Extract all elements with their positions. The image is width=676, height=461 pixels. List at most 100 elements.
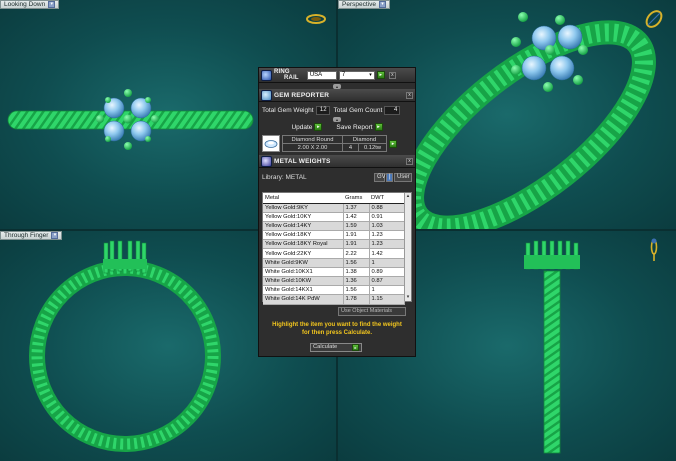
column-header-grams[interactable]: Grams — [343, 193, 369, 204]
table-row[interactable]: White Gold:9KW 1.56 1 — [263, 258, 405, 268]
total-gem-weight-label: Total Gem Weight — [262, 107, 314, 114]
dwt-cell: 1 — [369, 258, 405, 268]
metal-weights-title: METAL WEIGHTS — [274, 157, 331, 165]
close-icon[interactable]: x — [406, 91, 413, 99]
scroll-up-icon[interactable]: ▴ — [405, 193, 411, 200]
ring-size-value: 7 — [341, 71, 346, 78]
library-separator-icon: | — [386, 173, 393, 182]
table-row[interactable]: Yellow Gold:10KY 1.42 0.91 — [263, 212, 405, 222]
dwt-cell: 1.23 — [369, 239, 405, 250]
app-stage: Looking Down ▾ Perspective ▾ Through Fin… — [0, 0, 676, 461]
dwt-cell: 0.88 — [369, 203, 405, 213]
dwt-cell: 1.42 — [369, 248, 405, 259]
table-row[interactable]: Yellow Gold:14KY 1.59 1.03 — [263, 221, 405, 232]
calculate-label: Calculate — [313, 344, 338, 350]
country-field[interactable]: USA — [306, 70, 337, 80]
metal-cell: White Gold:9KW — [263, 258, 344, 268]
dwt-cell: 1.23 — [369, 230, 405, 241]
metal-weights-list[interactable]: Metal Grams DWT Yellow Gold:9KY 1.37 0.88 Y… — [262, 192, 412, 305]
grams-cell: 1.38 — [343, 267, 370, 278]
dwt-cell: 0.87 — [369, 276, 405, 287]
chevron-up-icon: ▴ — [333, 83, 341, 89]
gem-totals-row: Total Gem Weight 12 Total Gem Count 4 — [259, 105, 415, 116]
ring-rail-title: RING RAIL — [274, 69, 299, 81]
gem-reporter-header: GEM REPORTER x — [259, 89, 415, 102]
ring-rail-icon — [261, 69, 272, 81]
metal-cell: Yellow Gold:14KY — [263, 221, 344, 232]
update-button[interactable]: Update ▸ — [291, 123, 323, 131]
grams-cell: 1.42 — [343, 212, 370, 222]
metal-cell: Yellow Gold:22KY — [263, 248, 344, 259]
chevron-up-icon: ▴ — [333, 116, 341, 122]
hint-line1: Highlight the item you want to find the … — [272, 322, 402, 328]
play-icon: ▸ — [374, 123, 383, 131]
table-header-row: Metal Grams DWT — [263, 193, 405, 204]
metal-weights-table: Metal Grams DWT Yellow Gold:9KY 1.37 0.88 Y… — [263, 193, 405, 305]
table-row[interactable]: White Gold:14K PdW 1.78 1.15 — [263, 294, 405, 305]
vertical-scrollbar[interactable]: ▴ ▾ — [404, 193, 411, 301]
table-row[interactable]: White Gold:10KX1 1.38 0.89 — [263, 267, 405, 278]
ring-gold-icon — [650, 238, 658, 261]
calculate-hint: Highlight the item you want to find the … — [262, 321, 412, 337]
ring-rail-title-line2: RAIL — [284, 75, 299, 81]
gem-go-button[interactable]: ▸ — [389, 139, 397, 148]
calculate-select[interactable]: Calculate ▸ — [310, 343, 362, 352]
save-report-label: Save Report — [336, 123, 373, 131]
table-row[interactable]: Yellow Gold:9KY 1.37 0.88 — [263, 203, 405, 213]
scroll-down-icon[interactable]: ▾ — [405, 294, 411, 301]
table-row[interactable]: Yellow Gold:18KY 1.91 1.23 — [263, 230, 405, 241]
dwt-cell: 0.89 — [369, 267, 405, 278]
close-icon[interactable]: x — [388, 71, 396, 79]
gem-name: Diamond Round — [282, 135, 343, 144]
save-report-button[interactable]: Save Report ▸ — [336, 123, 383, 131]
total-gem-weight-value: 12 — [315, 106, 330, 115]
hint-line2: for then press Calculate. — [301, 330, 373, 336]
gem-size: 2.00 X 2.00 — [282, 143, 343, 152]
table-row[interactable]: White Gold:10KW 1.36 0.87 — [263, 276, 405, 287]
dwt-cell: 1 — [369, 285, 405, 296]
metal-cell: Yellow Gold:18KY Royal — [263, 239, 344, 250]
metal-cell: White Gold:10KW — [263, 276, 344, 287]
grams-cell: 1.91 — [343, 230, 370, 241]
play-icon: ▸ — [314, 123, 323, 131]
metal-cell: Yellow Gold:18KY — [263, 230, 344, 241]
grams-cell: 1.56 — [343, 258, 370, 268]
grams-cell: 1.56 — [343, 285, 370, 296]
table-row[interactable]: Yellow Gold:22KY 2.22 1.42 — [263, 248, 405, 259]
column-header-dwt[interactable]: DWT — [369, 193, 405, 204]
close-icon[interactable]: x — [406, 157, 413, 165]
metal-cell: Yellow Gold:10KY — [263, 212, 344, 222]
table-row[interactable]: White Gold:14KX1 1.56 1 — [263, 285, 405, 296]
chevron-down-icon: ▾ — [369, 71, 372, 78]
ring-size-select[interactable]: 7 ▾ — [338, 70, 375, 80]
dwt-cell: 1.03 — [369, 221, 405, 232]
metal-icon — [261, 155, 272, 167]
grams-cell: 2.22 — [343, 248, 370, 259]
metal-weights-header: METAL WEIGHTS x — [259, 155, 415, 168]
update-label: Update — [291, 123, 313, 131]
total-gem-count-value: 4 — [384, 106, 401, 115]
gem-detail-table: Diamond Round Diamond 2.00 X 2.00 4 0.12… — [282, 135, 387, 152]
gem-actions-row: Update ▸ Save Report ▸ — [259, 122, 415, 132]
total-gem-count-label: Total Gem Count — [333, 107, 383, 114]
ring-gold-icon — [306, 14, 326, 24]
library-row: Library: METAL GV | User — [259, 172, 415, 183]
metal-cell: White Gold:14K PdW — [263, 294, 344, 305]
table-row[interactable]: Yellow Gold:18KY Royal 1.91 1.23 — [263, 239, 405, 250]
diamond-round-icon — [262, 135, 280, 152]
library-label: Library: METAL — [262, 174, 307, 181]
column-header-metal[interactable]: Metal — [263, 193, 343, 204]
grams-cell: 1.59 — [343, 221, 370, 232]
gv-toggle[interactable]: GV — [374, 173, 386, 182]
grams-cell: 1.36 — [343, 276, 370, 287]
gem-weight: 0.12tw — [358, 143, 387, 152]
user-toggle[interactable]: User — [394, 173, 412, 182]
ring-rail-apply-button[interactable]: ▸ — [376, 71, 385, 79]
gem-detail-row[interactable]: Diamond Round Diamond 2.00 X 2.00 4 0.12… — [259, 134, 415, 153]
gem-icon — [261, 89, 272, 101]
metal-cell: White Gold:14KX1 — [263, 285, 344, 296]
gem-material: Diamond — [342, 135, 387, 144]
dwt-cell: 0.91 — [369, 212, 405, 222]
dwt-cell: 1.15 — [369, 294, 405, 305]
use-object-materials-button[interactable]: Use Object Materials — [338, 307, 406, 316]
